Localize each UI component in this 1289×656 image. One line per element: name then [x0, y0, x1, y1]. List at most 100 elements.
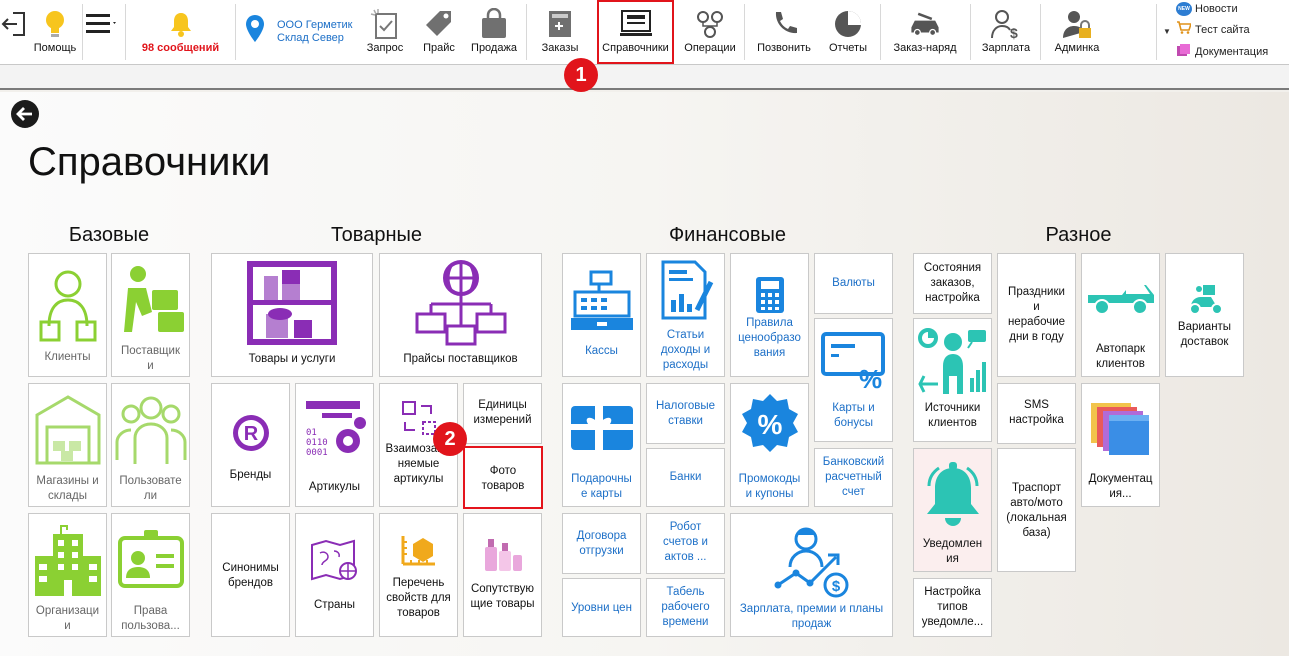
percent-badge-icon: %	[731, 390, 808, 458]
tile-cards-bonuses-label: Карты и бонусы	[832, 402, 875, 429]
tile-shipment-contracts[interactable]: Договора отгрузки	[562, 513, 641, 574]
messages-button[interactable]: 98 сообщений	[128, 0, 233, 64]
pie-chart-icon	[831, 7, 865, 41]
delivery-scooter-icon	[1166, 274, 1243, 324]
request-label: Запрос	[366, 42, 404, 54]
tile-tax-rates-label: Налоговые ставки	[655, 400, 716, 427]
group-title-misc: Разное	[1045, 224, 1112, 246]
reports-label: Отчеты	[828, 42, 868, 54]
svg-text:$: $	[1010, 25, 1018, 40]
help-button[interactable]: Помощь	[30, 0, 80, 64]
analytics-person-icon	[914, 323, 991, 399]
admin-lock-icon	[1060, 7, 1094, 41]
tile-brands[interactable]: R Бренды	[211, 383, 290, 507]
tile-users[interactable]: Пользовате ли	[111, 383, 190, 507]
tile-units[interactable]: Единицы измерений	[463, 383, 542, 444]
tile-bank-account-label: Банковский расчетный счет	[822, 456, 885, 498]
docs-link[interactable]: Документация	[1176, 43, 1268, 60]
tile-delivery-options[interactable]: Варианты доставок	[1165, 253, 1244, 377]
tile-cashboxes[interactable]: Кассы	[562, 253, 641, 377]
menu-button[interactable]	[84, 0, 120, 64]
tile-documentation[interactable]: Документац ия...	[1081, 383, 1160, 507]
tile-price-levels[interactable]: Уровни цен	[562, 578, 641, 637]
orders-button[interactable]: Заказы	[534, 0, 586, 64]
tile-organizations-label: Организаци и	[35, 605, 100, 632]
tile-tax-rates[interactable]: Налоговые ставки	[646, 383, 725, 444]
tile-transport[interactable]: Траспорт авто/мото (локальная база)	[997, 448, 1076, 572]
reports-button[interactable]: Отчеты	[822, 0, 874, 64]
tile-rights-label: Права пользова...	[121, 605, 180, 632]
tile-promo-codes[interactable]: % Промокоды и купоны	[730, 383, 809, 507]
expand-arrow-icon[interactable]: ▼	[1163, 27, 1171, 36]
tile-notification-types[interactable]: Настройка типов уведомле...	[913, 578, 992, 637]
news-link[interactable]: NEW Новости	[1176, 1, 1238, 17]
exit-button[interactable]	[0, 0, 28, 64]
tile-suppliers[interactable]: Поставщик и	[111, 253, 190, 377]
tile-banks-label: Банки	[669, 471, 702, 483]
calculator-icon	[731, 270, 808, 320]
tile-countries[interactable]: Страны	[295, 513, 374, 637]
tile-timesheet[interactable]: Табель рабочего времени	[646, 578, 725, 637]
tile-shops[interactable]: Магазины и склады	[28, 383, 107, 507]
sale-button[interactable]: Продажа	[466, 0, 522, 64]
tile-pricing-rules[interactable]: Правила ценообразо вания	[730, 253, 809, 377]
tile-order-states[interactable]: Состояния заказов, настройка	[913, 253, 992, 314]
tile-gift-cards[interactable]: Подарочны е карты	[562, 383, 641, 507]
tile-invoice-robot[interactable]: Робот счетов и актов ...	[646, 513, 725, 574]
tile-articles[interactable]: 01 0110 0001 Артикулы	[295, 383, 374, 507]
salary-label: Зарплата	[981, 42, 1031, 54]
salary-growth-icon: $	[731, 520, 892, 602]
tile-salary-bonuses[interactable]: $ Зарплата, премии и планы продаж	[730, 513, 893, 637]
tile-holidays[interactable]: Праздники и нерабочие дни в году	[997, 253, 1076, 377]
tile-properties[interactable]: Перечень свойств для товаров	[379, 513, 458, 637]
operations-button[interactable]: Операции	[680, 0, 740, 64]
tile-documentation-label: Документац ия...	[1088, 473, 1153, 500]
tile-currencies[interactable]: Валюты	[814, 253, 893, 314]
tile-income-expense-label: Статьи доходы и расходы	[660, 329, 711, 371]
location-pin-icon	[245, 14, 265, 49]
company-selector[interactable]: ООО Герметик Склад Север	[240, 0, 360, 64]
tile-cards-bonuses[interactable]: % Карты и бонусы	[814, 318, 893, 442]
tile-income-expense[interactable]: Статьи доходы и расходы	[646, 253, 725, 377]
tile-brand-synonyms[interactable]: Синонимы брендов	[211, 513, 290, 637]
id-badge-icon	[112, 520, 189, 600]
directories-button[interactable]: Справочники	[597, 0, 674, 64]
price-button[interactable]: Прайс	[416, 0, 462, 64]
tile-client-fleet[interactable]: Автопарк клиентов	[1081, 253, 1160, 377]
tile-organizations[interactable]: Организаци и	[28, 513, 107, 637]
salary-button[interactable]: $ Зарплата	[976, 0, 1036, 64]
tile-supplier-prices-label: Прайсы поставщиков	[403, 353, 518, 365]
tile-rights[interactable]: Права пользова...	[111, 513, 190, 637]
tile-price-levels-label: Уровни цен	[571, 602, 632, 614]
tile-sms-settings-label: SMS настройка	[1009, 399, 1064, 426]
group-title-goods: Товарные	[331, 224, 422, 246]
tile-sms-settings[interactable]: SMS настройка	[997, 383, 1076, 444]
gears-icon	[693, 7, 727, 41]
news-icon: NEW	[1176, 2, 1192, 16]
svg-text:01: 01	[306, 428, 317, 438]
test-site-link[interactable]: Тест сайта	[1176, 21, 1250, 38]
tile-product-photos[interactable]: Фото товаров	[463, 446, 543, 509]
organization-building-icon	[29, 520, 106, 600]
clipboard-check-icon	[368, 7, 402, 41]
tile-delivery-options-label: Варианты доставок	[1177, 321, 1232, 348]
tile-supplier-prices[interactable]: Прайсы поставщиков	[379, 253, 542, 377]
back-button[interactable]	[11, 100, 39, 128]
work-order-button[interactable]: Заказ-наряд	[886, 0, 964, 64]
call-button[interactable]: Позвонить	[752, 0, 816, 64]
directories-icon	[619, 7, 653, 41]
tile-clients[interactable]: Клиенты	[28, 253, 107, 377]
tile-bank-account[interactable]: Банковский расчетный счет	[814, 448, 893, 507]
admin-button[interactable]: Админка	[1048, 0, 1106, 64]
request-button[interactable]: Запрос	[362, 0, 408, 64]
tile-related-products[interactable]: Сопутствую щие товары	[463, 513, 542, 637]
client-icon	[29, 262, 106, 350]
tile-client-sources[interactable]: Источники клиентов	[913, 318, 992, 442]
bell-icon	[914, 459, 991, 539]
tile-notifications[interactable]: Уведомлен ия	[913, 448, 992, 572]
cosmetics-bottles-icon	[464, 530, 541, 576]
tile-goods-services[interactable]: Товары и услуги	[211, 253, 373, 377]
call-label: Позвонить	[757, 42, 811, 54]
directories-page: Справочники Базовые Товарные Финансовые …	[0, 92, 1289, 656]
tile-banks[interactable]: Банки	[646, 448, 725, 507]
